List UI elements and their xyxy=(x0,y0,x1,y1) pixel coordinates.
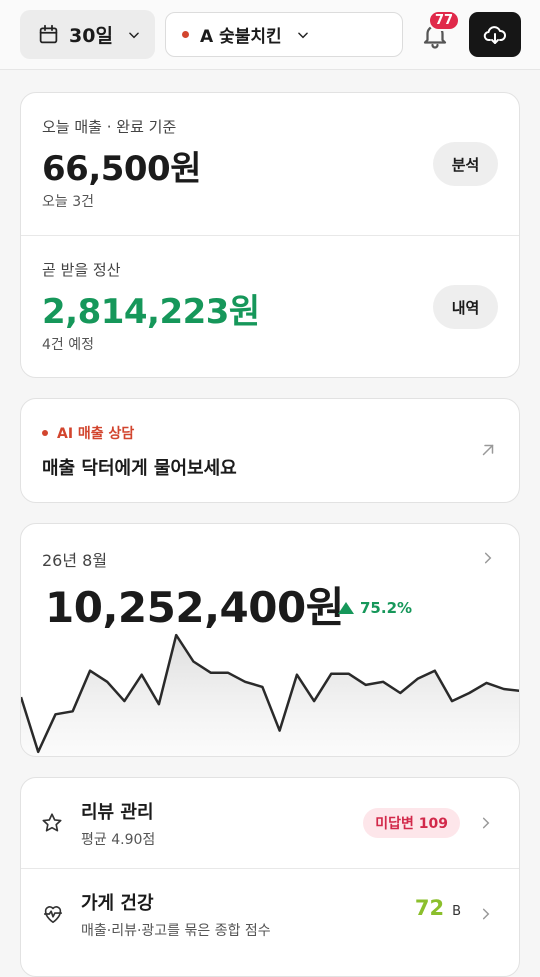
today-sales-value: 66,500원 xyxy=(42,141,201,190)
store-name: A 숯불치킨 xyxy=(200,22,282,47)
period-selector[interactable]: 30일 xyxy=(20,10,155,59)
chevron-right-icon xyxy=(481,550,495,566)
chevron-down-icon xyxy=(127,28,141,42)
arrow-up-right-icon xyxy=(479,441,497,459)
cloud-download-icon xyxy=(483,23,507,47)
store-selector[interactable]: A 숯불치킨 xyxy=(165,12,403,57)
today-sales-label: 오늘 매출 · 완료 기준 xyxy=(42,116,176,137)
heart-pulse-icon xyxy=(41,903,65,925)
health-description: 매출·리뷰·광고를 묶은 종합 점수 xyxy=(81,920,271,940)
settlement-label: 곧 받을 정산 xyxy=(42,259,121,280)
ai-consult-card[interactable]: AI 매출 상담 매출 닥터에게 물어보세요 xyxy=(20,398,520,503)
today-sales-section: 오늘 매출 · 완료 기준 66,500원 오늘 3건 분석 xyxy=(21,93,519,235)
sales-summary-card: 오늘 매출 · 완료 기준 66,500원 오늘 3건 분석 곧 받을 정산 2… xyxy=(20,92,520,378)
calendar-icon xyxy=(38,24,59,45)
health-grade: B xyxy=(452,904,461,919)
review-title: 리뷰 관리 xyxy=(81,798,154,824)
health-score-value: 72 xyxy=(415,896,444,920)
history-button[interactable]: 내역 xyxy=(433,285,498,329)
sales-sparkline xyxy=(21,620,520,757)
analysis-button[interactable]: 분석 xyxy=(433,142,498,186)
settlement-count: 4건 예정 xyxy=(42,334,94,354)
sparkline-area xyxy=(21,635,520,757)
triangle-up-icon xyxy=(338,602,354,614)
chevron-down-icon xyxy=(296,28,310,42)
ai-tag: AI 매출 상담 xyxy=(42,423,134,443)
ai-tag-label: AI 매출 상담 xyxy=(57,423,134,443)
store-status-dot xyxy=(182,31,189,38)
health-title: 가게 건강 xyxy=(81,889,154,915)
store-health-row[interactable]: 가게 건강 매출·리뷰·광고를 묶은 종합 점수 72 B xyxy=(21,868,519,958)
chevron-right-icon xyxy=(479,906,493,922)
period-label: 30일 xyxy=(69,21,113,48)
today-orders-count: 오늘 3건 xyxy=(42,191,94,211)
growth-value: 75.2% xyxy=(360,599,412,617)
download-button[interactable] xyxy=(469,12,521,57)
settlement-value: 2,814,223원 xyxy=(42,284,260,333)
growth-indicator: 75.2% xyxy=(338,599,412,617)
monthly-sales-card[interactable]: 26년 8월 10,252,400원 75.2% xyxy=(20,523,520,757)
notification-badge: 77 xyxy=(428,10,460,31)
menu-list-card: 리뷰 관리 평균 4.90점 미답변 109 가게 건강 매출·리뷰·광고를 묶… xyxy=(20,777,520,977)
review-average: 평균 4.90점 xyxy=(81,829,155,849)
month-label: 26년 8월 xyxy=(42,547,107,571)
ai-tag-dot xyxy=(42,430,48,436)
settlement-section: 곧 받을 정산 2,814,223원 4건 예정 내역 xyxy=(21,235,519,377)
chevron-right-icon xyxy=(479,815,493,831)
star-icon xyxy=(41,812,63,834)
health-score: 72 B xyxy=(415,896,461,920)
ai-title: 매출 닥터에게 물어보세요 xyxy=(42,454,237,480)
review-management-row[interactable]: 리뷰 관리 평균 4.90점 미답변 109 xyxy=(21,778,519,868)
unanswered-badge: 미답변 109 xyxy=(363,808,460,838)
top-bar: 30일 A 숯불치킨 77 xyxy=(0,0,540,70)
